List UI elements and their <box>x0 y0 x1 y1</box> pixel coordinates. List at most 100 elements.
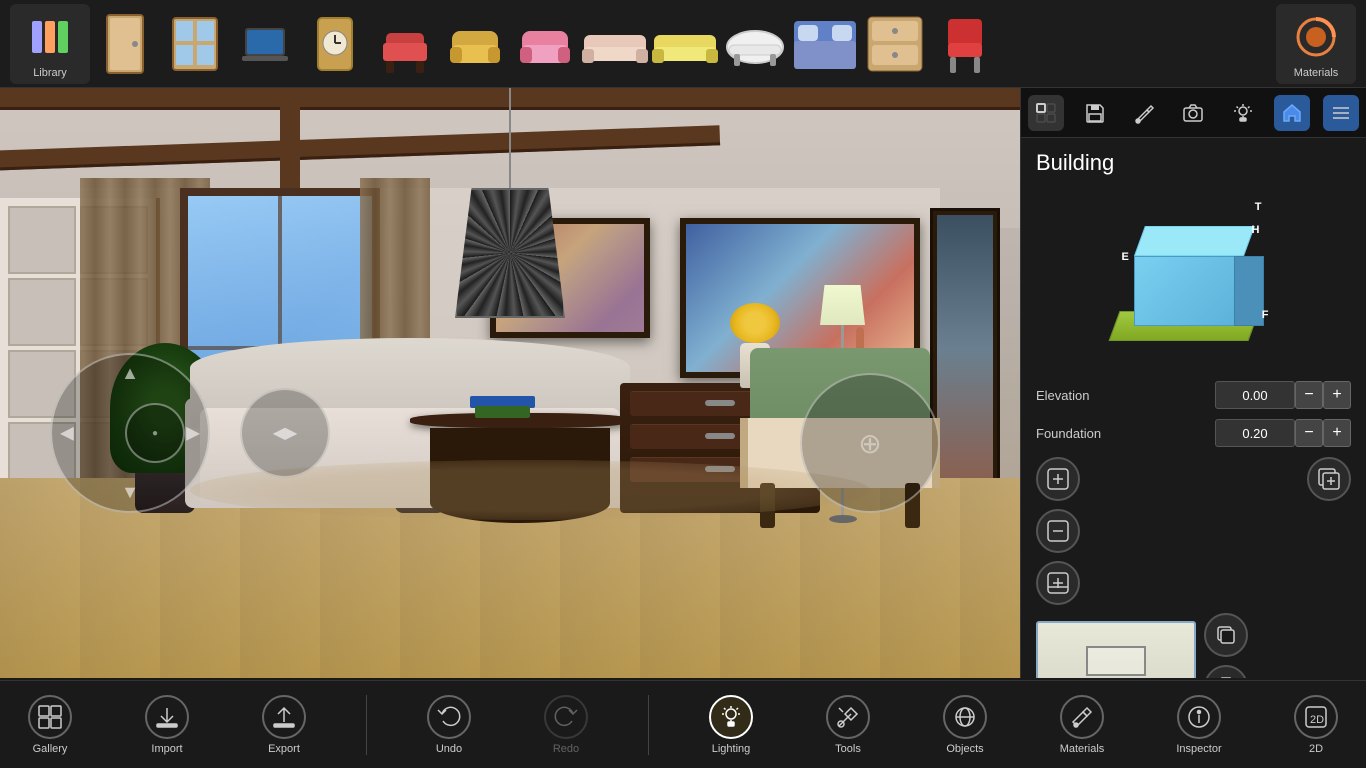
duplicate-button[interactable] <box>1307 457 1351 501</box>
redo-icon <box>544 695 588 739</box>
iso-label-h: H <box>1252 224 1260 236</box>
top-toolbar: Library <box>0 0 1366 88</box>
building-3d: T H E F <box>1114 196 1274 326</box>
undo-button[interactable]: Undo <box>409 686 489 764</box>
tool-buttons-row3 <box>1036 561 1351 605</box>
nav-pan[interactable]: ◀▶ <box>240 388 330 478</box>
building-panel: Building T H E F Elevation − + Foun <box>1021 138 1366 678</box>
pendant-lamp <box>455 88 565 318</box>
export-label: Export <box>268 743 300 755</box>
tools-icon <box>826 695 870 739</box>
nav-circle-center[interactable]: ● <box>125 403 185 463</box>
gallery-icon <box>28 695 72 739</box>
lighting-label: Lighting <box>712 743 751 755</box>
furniture-bathtub[interactable] <box>720 9 790 79</box>
elevation-input[interactable] <box>1215 381 1295 409</box>
export-icon <box>262 695 306 739</box>
copy-floor-button[interactable] <box>1204 613 1248 657</box>
tool-buttons-row1 <box>1036 457 1351 501</box>
furniture-clock[interactable] <box>300 9 370 79</box>
add-floor-button[interactable] <box>1036 561 1080 605</box>
furniture-dresser-top[interactable] <box>860 9 930 79</box>
foundation-row: Foundation − + <box>1036 419 1351 447</box>
right-panel: Building T H E F Elevation − + Foun <box>1020 88 1366 678</box>
inspector-button[interactable]: Inspector <box>1159 686 1239 764</box>
rt-select-icon[interactable] <box>1028 95 1064 131</box>
building-preview: T H E F <box>1094 196 1294 366</box>
foundation-minus-button[interactable]: − <box>1295 419 1323 447</box>
import-button[interactable]: Import <box>127 686 207 764</box>
iso-side <box>1234 256 1264 326</box>
materials-bottom-button[interactable]: Materials <box>1042 686 1122 764</box>
elevation-plus-button[interactable]: + <box>1323 381 1351 409</box>
import-icon <box>145 695 189 739</box>
iso-front <box>1134 256 1244 326</box>
furniture-dining-chair[interactable] <box>930 9 1000 79</box>
furniture-laptop[interactable] <box>230 9 300 79</box>
redo-label: Redo <box>553 743 579 755</box>
right-toolbar <box>1021 88 1366 138</box>
tools-button[interactable]: Tools <box>808 686 888 764</box>
floor-preview <box>1036 621 1196 678</box>
divider-1 <box>366 695 367 755</box>
objects-icon <box>943 695 987 739</box>
redo-button[interactable]: Redo <box>526 686 606 764</box>
lighting-button[interactable]: Lighting <box>691 686 771 764</box>
level-down-button[interactable] <box>1036 509 1080 553</box>
inspector-label: Inspector <box>1176 743 1221 755</box>
furniture-sofa[interactable] <box>580 9 650 79</box>
furniture-window[interactable] <box>160 9 230 79</box>
gallery-label: Gallery <box>33 743 68 755</box>
tools-label: Tools <box>835 743 861 755</box>
add-story-button[interactable] <box>1036 457 1080 501</box>
rt-home-icon[interactable] <box>1274 95 1310 131</box>
library-button[interactable]: Library <box>10 4 90 84</box>
materials-icon <box>1294 15 1338 59</box>
materials-bottom-label: Materials <box>1060 743 1105 755</box>
iso-top <box>1134 226 1255 256</box>
furniture-red-chair[interactable] <box>370 9 440 79</box>
2d-button[interactable]: 2D 2D <box>1276 686 1356 764</box>
rt-light-icon[interactable] <box>1225 95 1261 131</box>
foundation-input[interactable] <box>1215 419 1295 447</box>
furniture-pink-chair[interactable] <box>510 9 580 79</box>
iso-label-f: F <box>1262 309 1269 321</box>
paste-floor-button[interactable] <box>1204 665 1248 678</box>
lighting-icon <box>709 695 753 739</box>
floor-preview-row <box>1036 613 1351 678</box>
materials-bottom-icon <box>1060 695 1104 739</box>
elevation-row: Elevation − + <box>1036 381 1351 409</box>
bottom-toolbar: Gallery Import Export Undo <box>0 680 1366 768</box>
foundation-label: Foundation <box>1036 426 1215 441</box>
undo-icon <box>427 695 471 739</box>
materials-button[interactable]: Materials <box>1276 4 1356 84</box>
objects-button[interactable]: Objects <box>925 686 1005 764</box>
tool-buttons-row2 <box>1036 509 1351 553</box>
viewport: ▲ ▼ ◀ ▶ ● ◀▶ ⊕ <box>0 88 1020 678</box>
nav-rotate[interactable]: ⊕ <box>800 373 940 513</box>
furniture-door[interactable] <box>90 9 160 79</box>
furniture-bed[interactable] <box>790 9 860 79</box>
elevation-label: Elevation <box>1036 388 1215 403</box>
gallery-button[interactable]: Gallery <box>10 686 90 764</box>
export-button[interactable]: Export <box>244 686 324 764</box>
2d-label: 2D <box>1309 743 1323 755</box>
library-icon <box>28 15 72 59</box>
import-label: Import <box>151 743 182 755</box>
rt-camera-icon[interactable] <box>1175 95 1211 131</box>
inspector-icon <box>1177 695 1221 739</box>
elevation-minus-button[interactable]: − <box>1295 381 1323 409</box>
rt-list-icon[interactable] <box>1323 95 1359 131</box>
furniture-yellow-sofa[interactable] <box>650 9 720 79</box>
foundation-plus-button[interactable]: + <box>1323 419 1351 447</box>
divider-2 <box>648 695 649 755</box>
undo-label: Undo <box>436 743 462 755</box>
right-frame <box>930 208 1000 488</box>
furniture-armchair[interactable] <box>440 9 510 79</box>
iso-label-e: E <box>1122 251 1129 263</box>
rt-paint-icon[interactable] <box>1126 95 1162 131</box>
2d-icon: 2D <box>1294 695 1338 739</box>
svg-text:2D: 2D <box>1310 714 1324 726</box>
objects-label: Objects <box>946 743 983 755</box>
rt-save-icon[interactable] <box>1077 95 1113 131</box>
